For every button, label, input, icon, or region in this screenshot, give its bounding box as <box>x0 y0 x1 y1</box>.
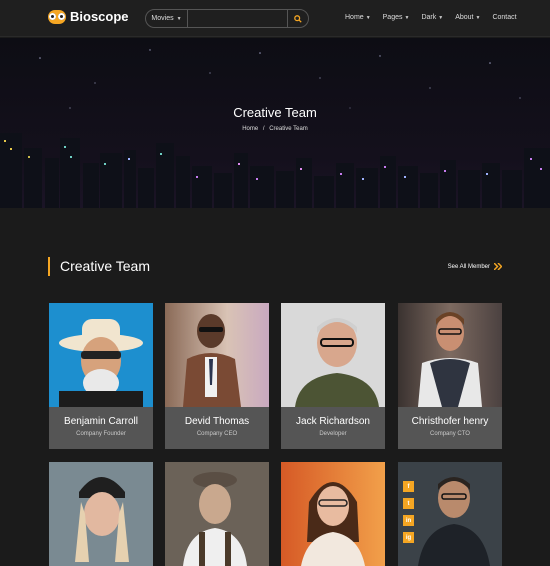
member-photo <box>281 462 385 566</box>
search-input[interactable] <box>187 10 287 27</box>
member-role: Company Founder <box>76 431 126 437</box>
section-accent-bar <box>48 257 50 276</box>
nav-item-home[interactable]: Home ▼ <box>345 14 371 21</box>
member-name: Christhofer henry <box>411 416 489 427</box>
breadcrumb-current: Creative Team <box>269 126 308 132</box>
nav-label: About <box>455 14 474 21</box>
search-category-select[interactable]: Movies ▼ <box>146 10 188 27</box>
member-name: Jack Richardson <box>296 416 370 427</box>
search-button[interactable] <box>286 10 308 27</box>
search-bar: Movies ▼ <box>145 9 309 28</box>
member-photo <box>49 303 153 407</box>
instagram-icon[interactable]: ig <box>403 532 414 543</box>
team-card[interactable]: Christhofer henry Company CTO <box>398 303 502 449</box>
team-card[interactable]: f t in ig <box>398 462 502 566</box>
team-card[interactable]: Jack Richardson Developer <box>281 303 385 449</box>
breadcrumb: Home / Creative Team <box>0 126 550 132</box>
team-card[interactable] <box>281 462 385 566</box>
see-all-members-link[interactable]: See All Member <box>448 263 502 270</box>
see-all-label: See All Member <box>447 263 490 270</box>
chevron-down-icon: ▼ <box>176 15 182 22</box>
top-navbar: Bioscope Movies ▼ Home ▼ Pages ▼ Dark ▼ Abo… <box>0 0 550 37</box>
section-title: Creative Team <box>60 258 151 274</box>
nav-label: Dark <box>421 14 437 21</box>
team-card[interactable] <box>165 462 269 566</box>
nav-item-contact[interactable]: Contact <box>492 14 516 21</box>
double-arrow-right-icon <box>494 263 502 270</box>
member-role: Company CTO <box>430 431 470 437</box>
breadcrumb-home[interactable]: Home <box>242 126 258 132</box>
nav-item-about[interactable]: About ▼ <box>455 14 480 21</box>
team-card[interactable]: Benjamin Carroll Company Founder <box>49 303 153 449</box>
member-photo <box>281 303 385 407</box>
member-photo: f t in ig <box>398 462 502 566</box>
city-skyline-illustration <box>0 49 550 208</box>
chevron-down-icon: ▼ <box>438 14 444 21</box>
member-name: Devid Thomas <box>184 416 250 427</box>
brand-logo[interactable]: Bioscope <box>48 9 129 24</box>
member-role: Company CEO <box>196 431 238 437</box>
linkedin-icon[interactable]: in <box>403 515 414 526</box>
chevron-down-icon: ▼ <box>404 14 410 21</box>
twitter-icon[interactable]: t <box>403 498 414 509</box>
page-title: Creative Team <box>233 105 317 120</box>
chevron-down-icon: ▼ <box>475 14 481 21</box>
member-photo <box>49 462 153 566</box>
hero-banner: Creative Team Home / Creative Team <box>0 38 550 208</box>
member-photo <box>165 462 269 566</box>
facebook-icon[interactable]: f <box>403 481 414 492</box>
search-category-label: Movies <box>151 15 174 22</box>
nav-label: Pages <box>382 14 403 21</box>
section-header: Creative Team See All Member <box>48 257 502 276</box>
member-info: Benjamin Carroll Company Founder <box>49 407 153 449</box>
member-info: Christhofer henry Company CTO <box>398 407 502 449</box>
member-info: Devid Thomas Company CEO <box>165 407 269 449</box>
nav-item-pages[interactable]: Pages ▼ <box>383 14 410 21</box>
nav-label: Home <box>345 14 364 21</box>
brand-name: Bioscope <box>70 9 129 24</box>
team-card[interactable]: Devid Thomas Company CEO <box>165 303 269 449</box>
member-name: Benjamin Carroll <box>64 416 138 427</box>
chevron-down-icon: ▼ <box>365 14 371 21</box>
member-photo <box>165 303 269 407</box>
social-links: f t in ig <box>403 481 414 543</box>
member-role: Developer <box>319 431 347 437</box>
member-info: Jack Richardson Developer <box>281 407 385 449</box>
member-photo <box>398 303 502 407</box>
main-nav: Home ▼ Pages ▼ Dark ▼ About ▼ Contact <box>345 14 517 21</box>
search-icon <box>294 14 302 23</box>
binoculars-icon <box>48 9 66 24</box>
breadcrumb-separator: / <box>262 126 265 132</box>
team-card[interactable] <box>49 462 153 566</box>
nav-item-dark[interactable]: Dark ▼ <box>421 14 443 21</box>
nav-label: Contact <box>492 14 517 21</box>
